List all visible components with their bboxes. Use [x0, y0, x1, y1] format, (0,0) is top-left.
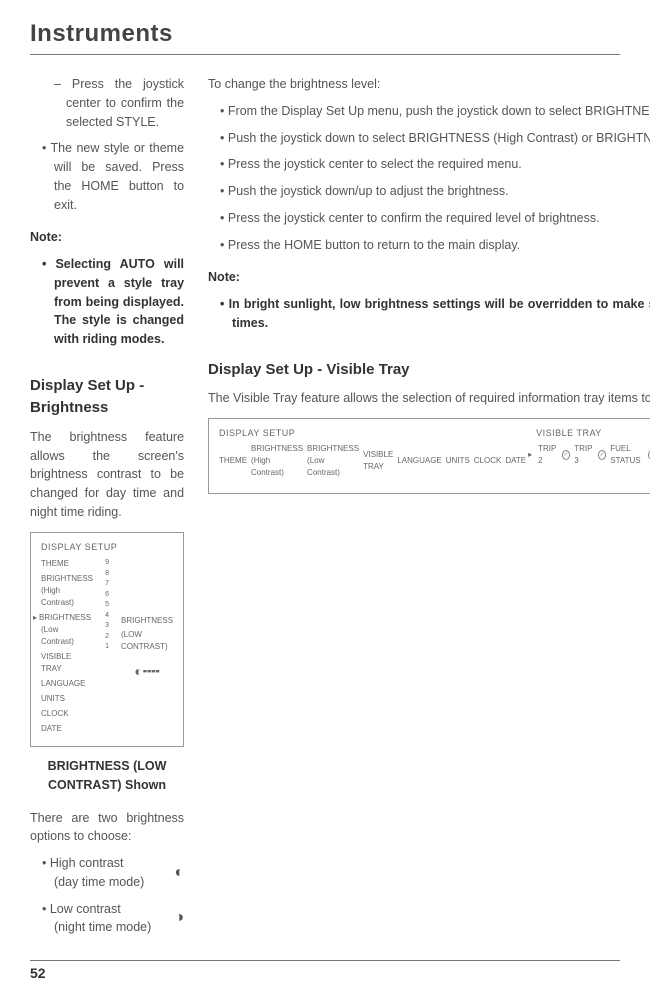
menu-item: CLOCK	[41, 708, 93, 720]
figure-right-menu: VISIBLE TRAY TRIP 2✓TRIP 3✓FUEL STATUS✓T…	[536, 427, 650, 486]
section-heading-brightness: Display Set Up - Brightness	[30, 375, 184, 420]
bullet: Push the joystick down/up to adjust the …	[232, 182, 650, 201]
contrast-label: High contrast	[54, 854, 174, 873]
tray-item: TRIP 2 ✓	[536, 443, 570, 467]
high-contrast-icon: ◐	[174, 861, 184, 885]
body-text: To change the brightness level:	[208, 75, 650, 94]
right-column: To change the brightness level: From the…	[208, 75, 650, 945]
figure-title: VISIBLE TRAY	[536, 427, 650, 441]
contrast-option-low: Low contrast (night time mode) ◑	[54, 900, 184, 938]
contrast-sublabel: (night time mode)	[54, 918, 174, 937]
figure-menu-list: THEME BRIGHTNESS (High Contrast)BRIGHTNES…	[41, 558, 93, 738]
left-column: Press the joystick center to confirm the…	[30, 75, 184, 945]
brightness-sublabel: (LOW CONTRAST)	[121, 629, 173, 653]
scale-tick: 1	[105, 642, 109, 653]
note-label: Note:	[30, 228, 184, 247]
page-number: 52	[30, 965, 620, 981]
bullet: Press the joystick center to select the …	[232, 155, 650, 174]
contrast-sublabel: (day time mode)	[54, 873, 174, 892]
two-column-layout: Press the joystick center to confirm the…	[30, 75, 620, 945]
scale-tick: 3	[105, 621, 109, 632]
menu-item: THEME	[41, 558, 93, 570]
bullet: From the Display Set Up menu, push the j…	[232, 102, 650, 121]
low-contrast-icon: ◑	[174, 906, 184, 930]
figure-title: DISPLAY SETUP	[219, 427, 526, 441]
contrast-option-high: High contrast (day time mode) ◐	[54, 854, 184, 892]
menu-item: BRIGHTNESS (High Contrast)	[251, 443, 303, 479]
gauge-icon: ◐╍╍	[134, 661, 159, 682]
menu-item: DATE	[505, 455, 526, 467]
brightness-label: BRIGHTNESS	[121, 615, 173, 627]
note-body: In bright sunlight, low brightness setti…	[232, 295, 650, 333]
scale-tick: 9	[105, 558, 109, 569]
figure-title: DISPLAY SETUP	[41, 541, 173, 555]
figure-left-menu: DISPLAY SETUP THEME BRIGHTNESS (High Cont…	[219, 427, 526, 486]
scale-tick: 8	[105, 569, 109, 580]
scale-tick: 5	[105, 600, 109, 611]
page-footer: 52	[30, 960, 620, 981]
body-text: The brightness feature allows the screen…	[30, 428, 184, 522]
bullet: Press the joystick center to confirm the…	[232, 209, 650, 228]
body-text: There are two brightness options to choo…	[30, 809, 184, 847]
bullet: Press the HOME button to return to the m…	[232, 236, 650, 255]
page-title: Instruments	[30, 20, 620, 55]
menu-item: BRIGHTNESS (High Contrast)	[41, 573, 93, 609]
bullet: The new style or theme will be saved. Pr…	[54, 139, 184, 214]
note-label: Note:	[208, 268, 650, 287]
menu-item: VISIBLE TRAY	[41, 651, 93, 675]
contrast-label: Low contrast	[54, 900, 174, 919]
menu-item: BRIGHTNESS (Low Contrast)	[307, 443, 359, 479]
tray-item-label: FUEL STATUS	[610, 443, 643, 467]
menu-item: BRIGHTNESS (Low Contrast)	[41, 612, 93, 648]
menu-item: VISIBLE TRAY	[363, 449, 393, 473]
bullet: Push the joystick down to select BRIGHTN…	[232, 129, 650, 148]
menu-item: LANGUAGE	[397, 455, 441, 467]
visible-tray-figure: DISPLAY SETUP THEME BRIGHTNESS (High Cont…	[208, 418, 650, 495]
menu-item: UNITS	[446, 455, 470, 467]
check-icon: ✓	[562, 450, 570, 460]
brightness-scale: 987654321	[101, 558, 113, 738]
menu-item: THEME	[219, 455, 247, 467]
tray-item-label: TRIP 2	[538, 443, 558, 467]
brightness-figure: DISPLAY SETUP THEME BRIGHTNESS (High Cont…	[30, 532, 184, 748]
scale-tick: 2	[105, 632, 109, 643]
scale-tick: 6	[105, 590, 109, 601]
tray-item: TRIP 3 ✓	[574, 443, 606, 467]
body-text: The Visible Tray feature allows the sele…	[208, 389, 650, 408]
tray-item-label: TRIP 3	[574, 443, 594, 467]
menu-item: UNITS	[41, 693, 93, 705]
figure-caption: BRIGHTNESS (LOW CONTRAST) Shown	[30, 757, 184, 795]
menu-item: DATE	[41, 723, 93, 735]
tray-item: FUEL STATUS✓	[610, 443, 650, 467]
check-icon: ✓	[598, 450, 606, 460]
sub-bullet: Press the joystick center to confirm the…	[66, 75, 184, 131]
menu-item: CLOCK	[474, 455, 502, 467]
scale-tick: 4	[105, 611, 109, 622]
menu-item: LANGUAGE	[41, 678, 93, 690]
section-heading-visible-tray: Display Set Up - Visible Tray	[208, 359, 650, 382]
figure-right-label: BRIGHTNESS (LOW CONTRAST) ◐╍╍	[121, 558, 173, 738]
scale-tick: 7	[105, 579, 109, 590]
note-body: Selecting AUTO will prevent a style tray…	[54, 255, 184, 349]
